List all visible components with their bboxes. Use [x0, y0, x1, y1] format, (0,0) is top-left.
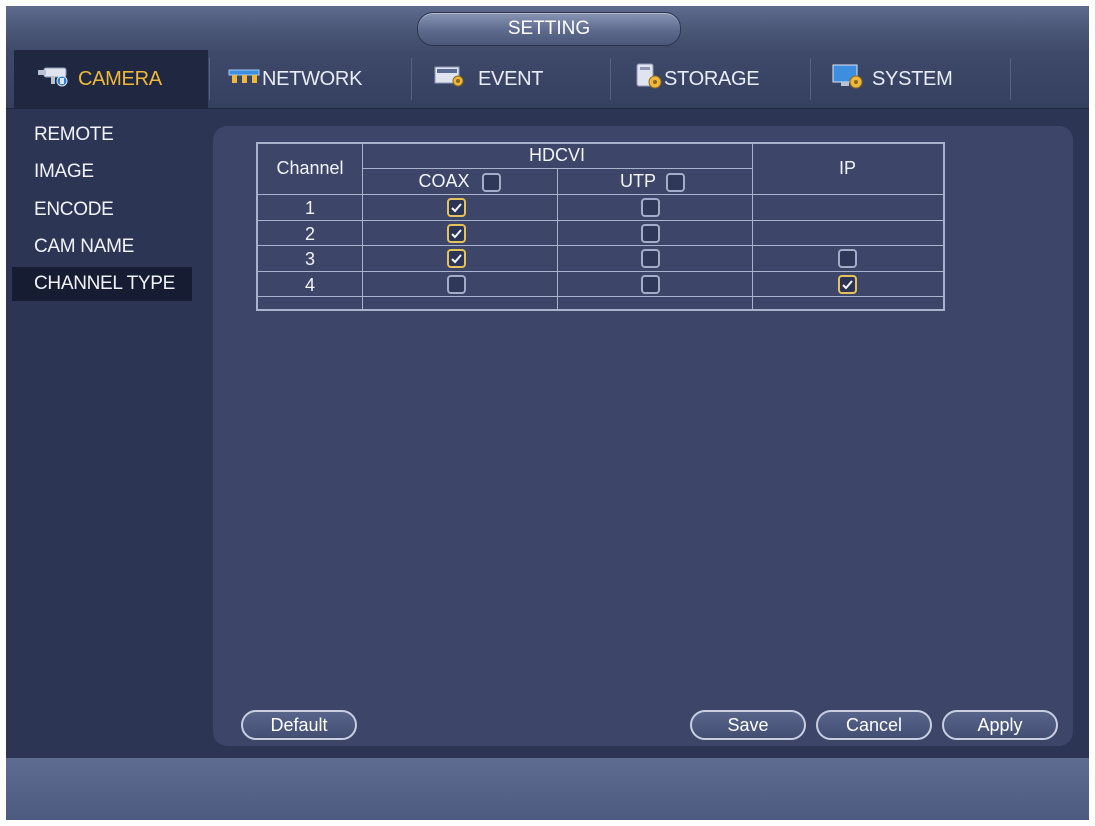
grid-line — [258, 220, 943, 221]
save-button[interactable]: Save — [690, 710, 806, 740]
utp-checkbox[interactable] — [641, 198, 660, 217]
sidebar-item-encode[interactable]: ENCODE — [12, 193, 192, 227]
coax-checkbox[interactable] — [447, 198, 466, 217]
channel-number: 4 — [304, 275, 315, 295]
channel-number: 2 — [304, 224, 315, 244]
sidebar-item-channel-type[interactable]: CHANNEL TYPE — [12, 267, 192, 301]
channel-type-table: Channel HDCVI IP COAX UTP 1 2 3 4 — [256, 142, 945, 311]
title-bar: SETTING — [6, 6, 1089, 50]
tab-event[interactable]: EVENT — [434, 50, 543, 108]
tab-divider — [810, 58, 811, 100]
tab-divider — [1010, 58, 1011, 100]
tab-storage-label: STORAGE — [664, 67, 760, 90]
tab-divider — [610, 58, 611, 100]
utp-checkbox[interactable] — [641, 249, 660, 268]
tab-event-label: EVENT — [478, 67, 544, 90]
main-tab-bar: CAMERA NETWORK EVENT STORAGE SYSTEM — [6, 50, 1089, 109]
grid-line — [362, 168, 752, 169]
sidebar-item-image[interactable]: IMAGE — [12, 155, 192, 189]
content-panel: Channel HDCVI IP COAX UTP 1 2 3 4 Defaul… — [213, 126, 1073, 746]
coax-checkbox[interactable] — [447, 224, 466, 243]
tab-camera[interactable]: CAMERA — [14, 50, 208, 108]
tab-divider — [411, 58, 412, 100]
coax-checkbox[interactable] — [447, 249, 466, 268]
ip-checkbox[interactable] — [838, 275, 857, 294]
apply-button[interactable]: Apply — [942, 710, 1058, 740]
tab-divider — [209, 58, 210, 100]
window-title: SETTING — [417, 12, 681, 46]
tab-network-label: NETWORK — [262, 67, 363, 90]
grid-line — [258, 245, 943, 246]
sidebar-item-remote[interactable]: REMOTE — [12, 118, 192, 152]
grid-line — [258, 296, 943, 297]
tab-network[interactable]: NETWORK — [228, 50, 362, 108]
header-channel: Channel — [276, 158, 344, 178]
network-icon — [228, 66, 260, 92]
header-ip: IP — [838, 158, 856, 178]
utp-checkbox[interactable] — [641, 275, 660, 294]
storage-icon — [634, 63, 664, 95]
tab-camera-label: CAMERA — [78, 67, 162, 90]
grid-line — [557, 168, 558, 309]
grid-line — [258, 271, 943, 272]
tab-system[interactable]: SYSTEM — [832, 50, 953, 108]
header-utp: UTP — [620, 171, 656, 191]
utp-checkbox[interactable] — [641, 224, 660, 243]
coax-checkbox[interactable] — [447, 275, 466, 294]
camera-icon — [34, 65, 72, 93]
channel-number: 3 — [304, 249, 315, 269]
grid-line — [258, 194, 943, 195]
channel-number: 1 — [304, 198, 315, 218]
system-icon — [832, 63, 864, 95]
header-coax: COAX — [418, 171, 470, 191]
tab-storage[interactable]: STORAGE — [634, 50, 760, 108]
ip-checkbox[interactable] — [838, 249, 857, 268]
coax-select-all-checkbox[interactable] — [482, 173, 501, 192]
utp-select-all-checkbox[interactable] — [666, 173, 685, 192]
default-button[interactable]: Default — [241, 710, 357, 740]
cancel-button[interactable]: Cancel — [816, 710, 932, 740]
header-hdcvi: HDCVI — [528, 145, 585, 165]
tab-system-label: SYSTEM — [872, 67, 953, 90]
settings-window: SETTING CAMERA NETWORK EVENT STORAGE SYS… — [6, 6, 1089, 820]
status-bar — [6, 758, 1089, 820]
event-icon — [434, 65, 466, 93]
sidebar-item-cam-name[interactable]: CAM NAME — [12, 230, 192, 264]
